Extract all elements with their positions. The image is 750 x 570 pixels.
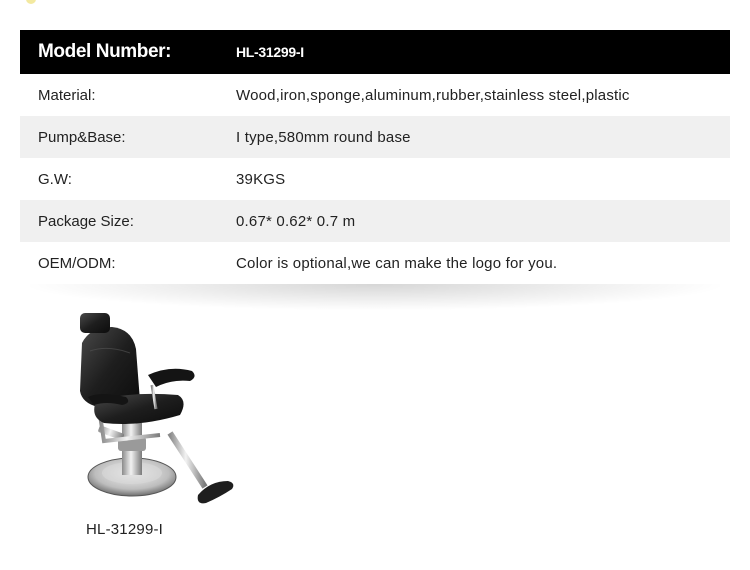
spec-row-pump-base: Pump&Base: I type,580mm round base — [20, 116, 730, 158]
spec-value: Wood,iron,sponge,aluminum,rubber,stainle… — [236, 86, 630, 104]
decorative-dot — [26, 0, 36, 4]
spec-value: 0.67* 0.62* 0.7 m — [236, 212, 356, 230]
spec-row-oem-odm: OEM/ODM: Color is optional,we can make t… — [20, 242, 730, 284]
model-number-label: Model Number: — [38, 41, 172, 62]
spec-value: Color is optional,we can make the logo f… — [236, 254, 558, 272]
model-number-value: HL-31299-I — [236, 44, 304, 60]
barber-chair-image — [80, 313, 234, 504]
spec-row-material: Material: Wood,iron,sponge,aluminum,rubb… — [20, 74, 730, 116]
spec-label: Material: — [38, 86, 96, 104]
spec-label: Pump&Base: — [38, 128, 126, 146]
spec-row-gross-weight: G.W: 39KGS — [20, 158, 730, 200]
spec-label: G.W: — [38, 170, 72, 188]
spec-table: Model Number: HL-31299-I Material: Wood,… — [20, 30, 730, 284]
spec-label: Package Size: — [38, 212, 134, 230]
product-caption: HL-31299-I — [86, 521, 164, 538]
spec-value: I type,580mm round base — [236, 128, 411, 146]
spec-label: OEM/ODM: — [38, 254, 116, 272]
model-number-header: Model Number: HL-31299-I — [20, 30, 730, 74]
spec-row-package-size: Package Size: 0.67* 0.62* 0.7 m — [20, 200, 730, 242]
spec-value: 39KGS — [236, 170, 286, 188]
